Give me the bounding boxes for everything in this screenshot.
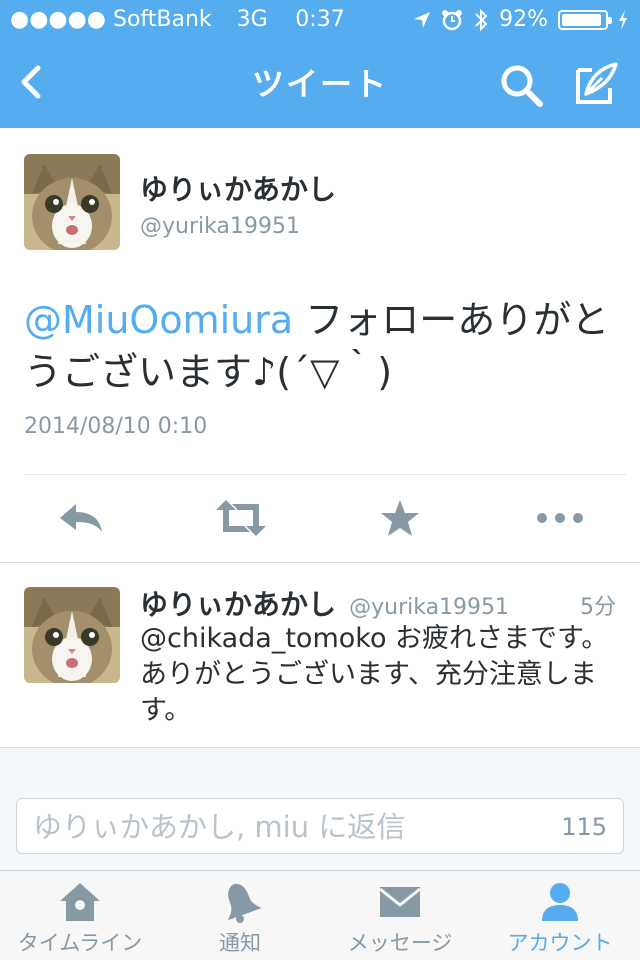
reply-author-handle: @yurika19951 xyxy=(349,595,510,620)
tab-notifications[interactable]: 通知 xyxy=(160,871,320,960)
tab-account[interactable]: アカウント xyxy=(480,871,640,960)
bluetooth-icon xyxy=(475,8,488,32)
home-icon xyxy=(60,883,100,921)
bell-icon xyxy=(227,883,262,923)
tab-label: メッセージ xyxy=(347,931,453,955)
tab-label: タイムライン xyxy=(17,931,143,955)
header: ●●●●● SoftBank 3G 0:37 92% ツイート xyxy=(0,0,640,128)
status-bar: ●●●●● SoftBank 3G 0:37 92% xyxy=(0,0,640,40)
author-handle: @yurika19951 xyxy=(140,214,300,239)
person-icon xyxy=(542,883,578,921)
battery-icon xyxy=(558,10,612,30)
compose-icon[interactable] xyxy=(572,60,620,108)
tweet-timestamp: 2014/08/10 0:10 xyxy=(24,414,208,439)
charging-icon xyxy=(619,10,627,30)
reply-time: 5分 xyxy=(580,595,616,620)
reply-compose-area: ゆりぃかあかし, miu に返信 115 xyxy=(0,748,640,870)
character-count: 115 xyxy=(561,813,607,841)
nav-bar: ツイート xyxy=(0,40,640,128)
cat-avatar-image xyxy=(24,587,120,683)
list-item[interactable]: ゆりぃかあかし @yurika19951 5分 @chikada_tomoko … xyxy=(0,563,640,747)
retweet-icon[interactable] xyxy=(214,498,268,538)
more-icon[interactable] xyxy=(534,498,586,538)
tab-messages[interactable]: メッセージ xyxy=(320,871,480,960)
location-arrow-icon xyxy=(414,12,431,28)
reply-input[interactable]: ゆりぃかあかし, miu に返信 115 xyxy=(16,798,624,854)
tweet-author[interactable]: ゆりぃかあかし @yurika19951 xyxy=(140,168,336,239)
tweet-detail: ゆりぃかあかし @yurika19951 @MiuOomiura フォローありが… xyxy=(0,128,640,562)
author-name: ゆりぃかあかし xyxy=(140,173,337,206)
tab-label: 通知 xyxy=(219,931,261,955)
battery-fill xyxy=(562,14,601,26)
favorite-icon[interactable] xyxy=(378,498,422,538)
reply-header: ゆりぃかあかし @yurika19951 xyxy=(140,583,620,623)
tweet-detail-screen: ●●●●● SoftBank 3G 0:37 92% ツイート ゆりぃかあかし … xyxy=(0,0,640,960)
avatar[interactable] xyxy=(24,154,120,250)
reply-input-placeholder: ゆりぃかあかし, miu に返信 xyxy=(33,810,406,844)
tweet-text: @MiuOomiura フォローありがとうございます♪(´▽｀) xyxy=(24,294,624,398)
page-title: ツイート xyxy=(251,65,388,103)
battery-percent: 92% xyxy=(499,7,548,32)
search-icon[interactable] xyxy=(498,62,544,108)
divider xyxy=(24,474,626,475)
reply-author-name: ゆりぃかあかし xyxy=(140,588,337,621)
avatar[interactable] xyxy=(24,587,120,683)
reply-icon[interactable] xyxy=(56,498,104,538)
mention-link[interactable]: @MiuOomiura xyxy=(24,298,293,342)
tab-bar: タイムライン 通知 メッセージ アカウント xyxy=(0,870,640,960)
envelope-icon xyxy=(379,887,421,917)
cat-avatar-image xyxy=(24,154,120,250)
tab-timeline[interactable]: タイムライン xyxy=(0,871,160,960)
reply-text: @chikada_tomoko お疲れさまです。ありがとうございます、充分注意し… xyxy=(140,623,609,726)
alarm-icon xyxy=(442,10,463,31)
tweet-actions xyxy=(0,478,640,562)
status-right: 92% xyxy=(413,0,628,40)
tab-label: アカウント xyxy=(507,931,613,955)
